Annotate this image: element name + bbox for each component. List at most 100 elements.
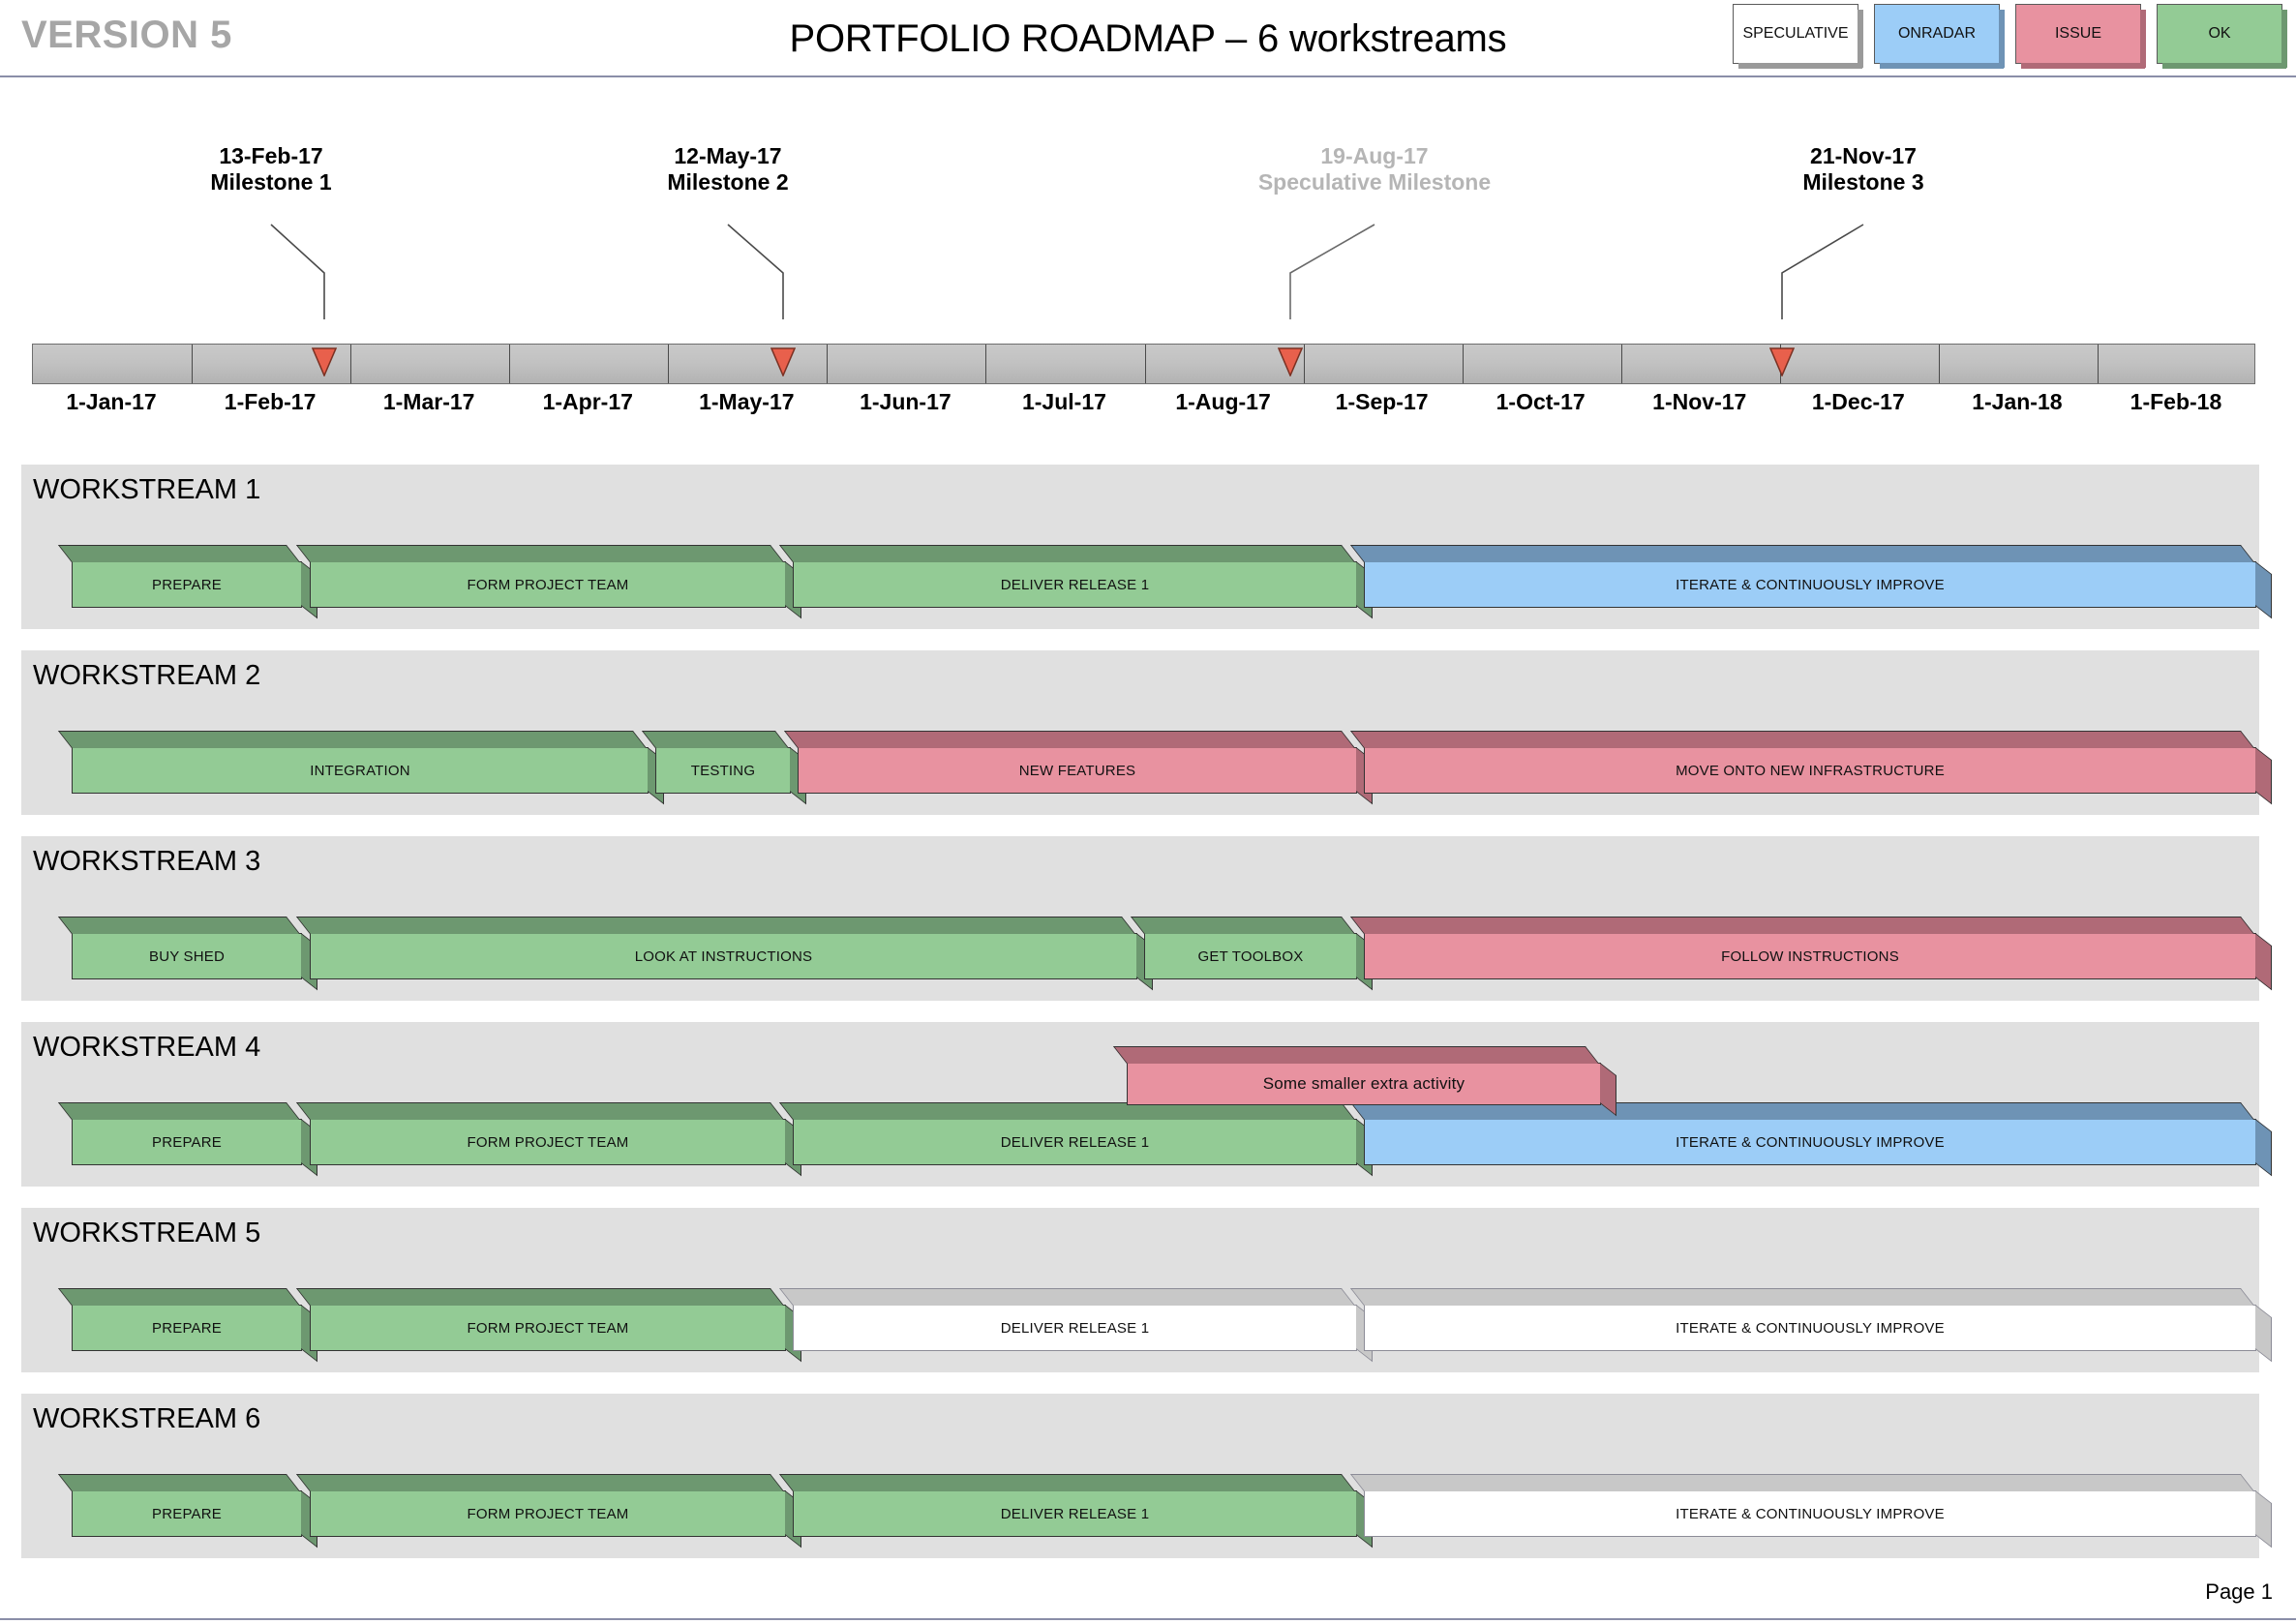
task-bar-top-face bbox=[295, 545, 784, 562]
task-bar-top-face bbox=[1349, 917, 2254, 934]
task-bar-top-face bbox=[1112, 1046, 1599, 1064]
workstream-row: WORKSTREAM 2 INTEGRATION TESTING NEW FEATUR… bbox=[21, 650, 2272, 815]
task-bar-side-face bbox=[2255, 747, 2272, 805]
workstream-row: WORKSTREAM 5 PREPARE FORM PROJECT TEAM DELI… bbox=[21, 1208, 2272, 1372]
task-bar-top-face bbox=[295, 1102, 784, 1120]
workstream-title: WORKSTREAM 6 bbox=[33, 1403, 261, 1434]
task-bar[interactable]: NEW FEATURES bbox=[783, 731, 1373, 805]
workstream-row: WORKSTREAM 3 BUY SHED LOOK AT INSTRUCTIONS… bbox=[21, 836, 2272, 1001]
task-bar[interactable]: DELIVER RELEASE 1 bbox=[778, 545, 1373, 619]
timeline-tick bbox=[1620, 345, 1622, 383]
task-bar-top-face bbox=[778, 545, 1355, 562]
timeline-tick bbox=[192, 345, 194, 383]
timeline-tick bbox=[985, 345, 987, 383]
workstream-title: WORKSTREAM 2 bbox=[33, 660, 261, 691]
task-bar[interactable]: ITERATE & CONTINUOUSLY IMPROVE bbox=[1349, 1474, 2272, 1549]
task-bar-top-face bbox=[1349, 1474, 2254, 1491]
page-number: Page 1 bbox=[2205, 1579, 2273, 1604]
task-bar-label: FORM PROJECT TEAM bbox=[467, 1319, 629, 1337]
task-bar[interactable]: INTEGRATION bbox=[57, 731, 664, 805]
task-bar[interactable]: FORM PROJECT TEAM bbox=[295, 1474, 801, 1549]
task-bar-label: MOVE ONTO NEW INFRASTRUCTURE bbox=[1676, 762, 1945, 779]
task-bar-top-face bbox=[57, 917, 300, 934]
task-bar[interactable]: DELIVER RELEASE 1 bbox=[778, 1474, 1373, 1549]
task-bar-label: LOOK AT INSTRUCTIONS bbox=[634, 947, 813, 965]
milestone-arrow-icon bbox=[1278, 347, 1303, 376]
task-bar-side-face bbox=[2255, 1305, 2272, 1363]
task-bar[interactable]: FORM PROJECT TEAM bbox=[295, 545, 801, 619]
task-bar[interactable]: PREPARE bbox=[57, 1474, 317, 1549]
task-bar-label: ITERATE & CONTINUOUSLY IMPROVE bbox=[1676, 576, 1945, 593]
task-bar-label: NEW FEATURES bbox=[1018, 762, 1136, 779]
task-bar-top-face bbox=[1349, 1288, 2254, 1306]
task-bar[interactable]: PREPARE bbox=[57, 545, 317, 619]
task-bar-side-face bbox=[2255, 561, 2272, 619]
task-bar[interactable]: LOOK AT INSTRUCTIONS bbox=[295, 917, 1153, 991]
task-bar-top-face bbox=[1349, 545, 2254, 562]
task-bar[interactable]: ITERATE & CONTINUOUSLY IMPROVE bbox=[1349, 1288, 2272, 1363]
task-bar-top-face bbox=[1349, 731, 2254, 748]
workstream-row: WORKSTREAM 4 PREPARE FORM PROJECT TEAM DELI… bbox=[21, 1022, 2272, 1187]
timeline-tick bbox=[350, 345, 352, 383]
task-bar[interactable]: PREPARE bbox=[57, 1102, 317, 1177]
task-bar[interactable]: FORM PROJECT TEAM bbox=[295, 1288, 801, 1363]
task-bar[interactable]: MOVE ONTO NEW INFRASTRUCTURE bbox=[1349, 731, 2272, 805]
task-bar-label: FORM PROJECT TEAM bbox=[467, 576, 629, 593]
task-bar-top-face bbox=[778, 1474, 1355, 1491]
workstream-row: WORKSTREAM 1 PREPARE FORM PROJECT TEAM DELI… bbox=[21, 465, 2272, 629]
task-bar-top-face bbox=[57, 1288, 300, 1306]
timeline-tick bbox=[1462, 345, 1464, 383]
task-bar-label: DELIVER RELEASE 1 bbox=[1000, 1319, 1150, 1337]
task-bar-label: FORM PROJECT TEAM bbox=[467, 1505, 629, 1522]
task-bar-top-face bbox=[641, 731, 789, 748]
timeline-tick bbox=[668, 345, 670, 383]
task-bar-label: FORM PROJECT TEAM bbox=[467, 1133, 629, 1151]
workstream-title: WORKSTREAM 1 bbox=[33, 474, 261, 505]
task-bar[interactable]: ITERATE & CONTINUOUSLY IMPROVE bbox=[1349, 545, 2272, 619]
task-bar-label: TESTING bbox=[690, 762, 756, 779]
task-bar[interactable]: DELIVER RELEASE 1 bbox=[778, 1288, 1373, 1363]
milestone-arrow-icon bbox=[770, 347, 796, 376]
task-bar-top-face bbox=[57, 1474, 300, 1491]
task-bar-label: PREPARE bbox=[152, 576, 222, 593]
task-bar[interactable]: FOLLOW INSTRUCTIONS bbox=[1349, 917, 2272, 991]
extra-activity-bar[interactable]: Some smaller extra activity bbox=[1112, 1046, 1616, 1117]
task-bar-label: BUY SHED bbox=[148, 947, 225, 965]
task-bar-label: PREPARE bbox=[152, 1505, 222, 1522]
milestone-arrow-icon bbox=[312, 347, 337, 376]
roadmap-page: VERSION 5 PORTFOLIO ROADMAP – 6 workstre… bbox=[0, 0, 2296, 1624]
task-bar[interactable]: TESTING bbox=[641, 731, 806, 805]
task-bar-label: PREPARE bbox=[152, 1319, 222, 1337]
task-bar-label: DELIVER RELEASE 1 bbox=[1000, 576, 1150, 593]
timeline-tick bbox=[827, 345, 829, 383]
task-bar-label: DELIVER RELEASE 1 bbox=[1000, 1133, 1150, 1151]
timeline-tick bbox=[509, 345, 511, 383]
task-bar[interactable]: GET TOOLBOX bbox=[1130, 917, 1373, 991]
task-bar-label: INTEGRATION bbox=[310, 762, 410, 779]
task-bar-side-face bbox=[2255, 1490, 2272, 1549]
footer-divider bbox=[0, 1618, 2296, 1620]
task-bar-label: ITERATE & CONTINUOUSLY IMPROVE bbox=[1676, 1505, 1945, 1522]
workstream-title: WORKSTREAM 3 bbox=[33, 846, 261, 877]
task-bar-top-face bbox=[295, 1474, 784, 1491]
task-bar-side-face bbox=[2255, 1119, 2272, 1177]
task-bar-top-face bbox=[57, 1102, 300, 1120]
task-bar[interactable]: DELIVER RELEASE 1 bbox=[778, 1102, 1373, 1177]
task-bar-label: DELIVER RELEASE 1 bbox=[1000, 1505, 1150, 1522]
task-bar[interactable]: PREPARE bbox=[57, 1288, 317, 1363]
milestone-arrow-icon bbox=[1769, 347, 1795, 376]
task-bar[interactable]: FORM PROJECT TEAM bbox=[295, 1102, 801, 1177]
timeline-axis[interactable] bbox=[32, 344, 2255, 384]
workstream-row: WORKSTREAM 6 PREPARE FORM PROJECT TEAM DELI… bbox=[21, 1394, 2272, 1558]
task-bar-side-face bbox=[2255, 933, 2272, 991]
task-bar-label: GET TOOLBOX bbox=[1197, 947, 1304, 965]
timeline-tick bbox=[1144, 345, 1146, 383]
workstream-title: WORKSTREAM 5 bbox=[33, 1218, 261, 1248]
task-bar-top-face bbox=[778, 1288, 1355, 1306]
task-bar[interactable]: ITERATE & CONTINUOUSLY IMPROVE bbox=[1349, 1102, 2272, 1177]
timeline-tick bbox=[1303, 345, 1305, 383]
timeline-tick bbox=[2097, 345, 2099, 383]
task-bar[interactable]: BUY SHED bbox=[57, 917, 317, 991]
timeline-tick bbox=[1938, 345, 1940, 383]
task-bar-top-face bbox=[295, 917, 1135, 934]
